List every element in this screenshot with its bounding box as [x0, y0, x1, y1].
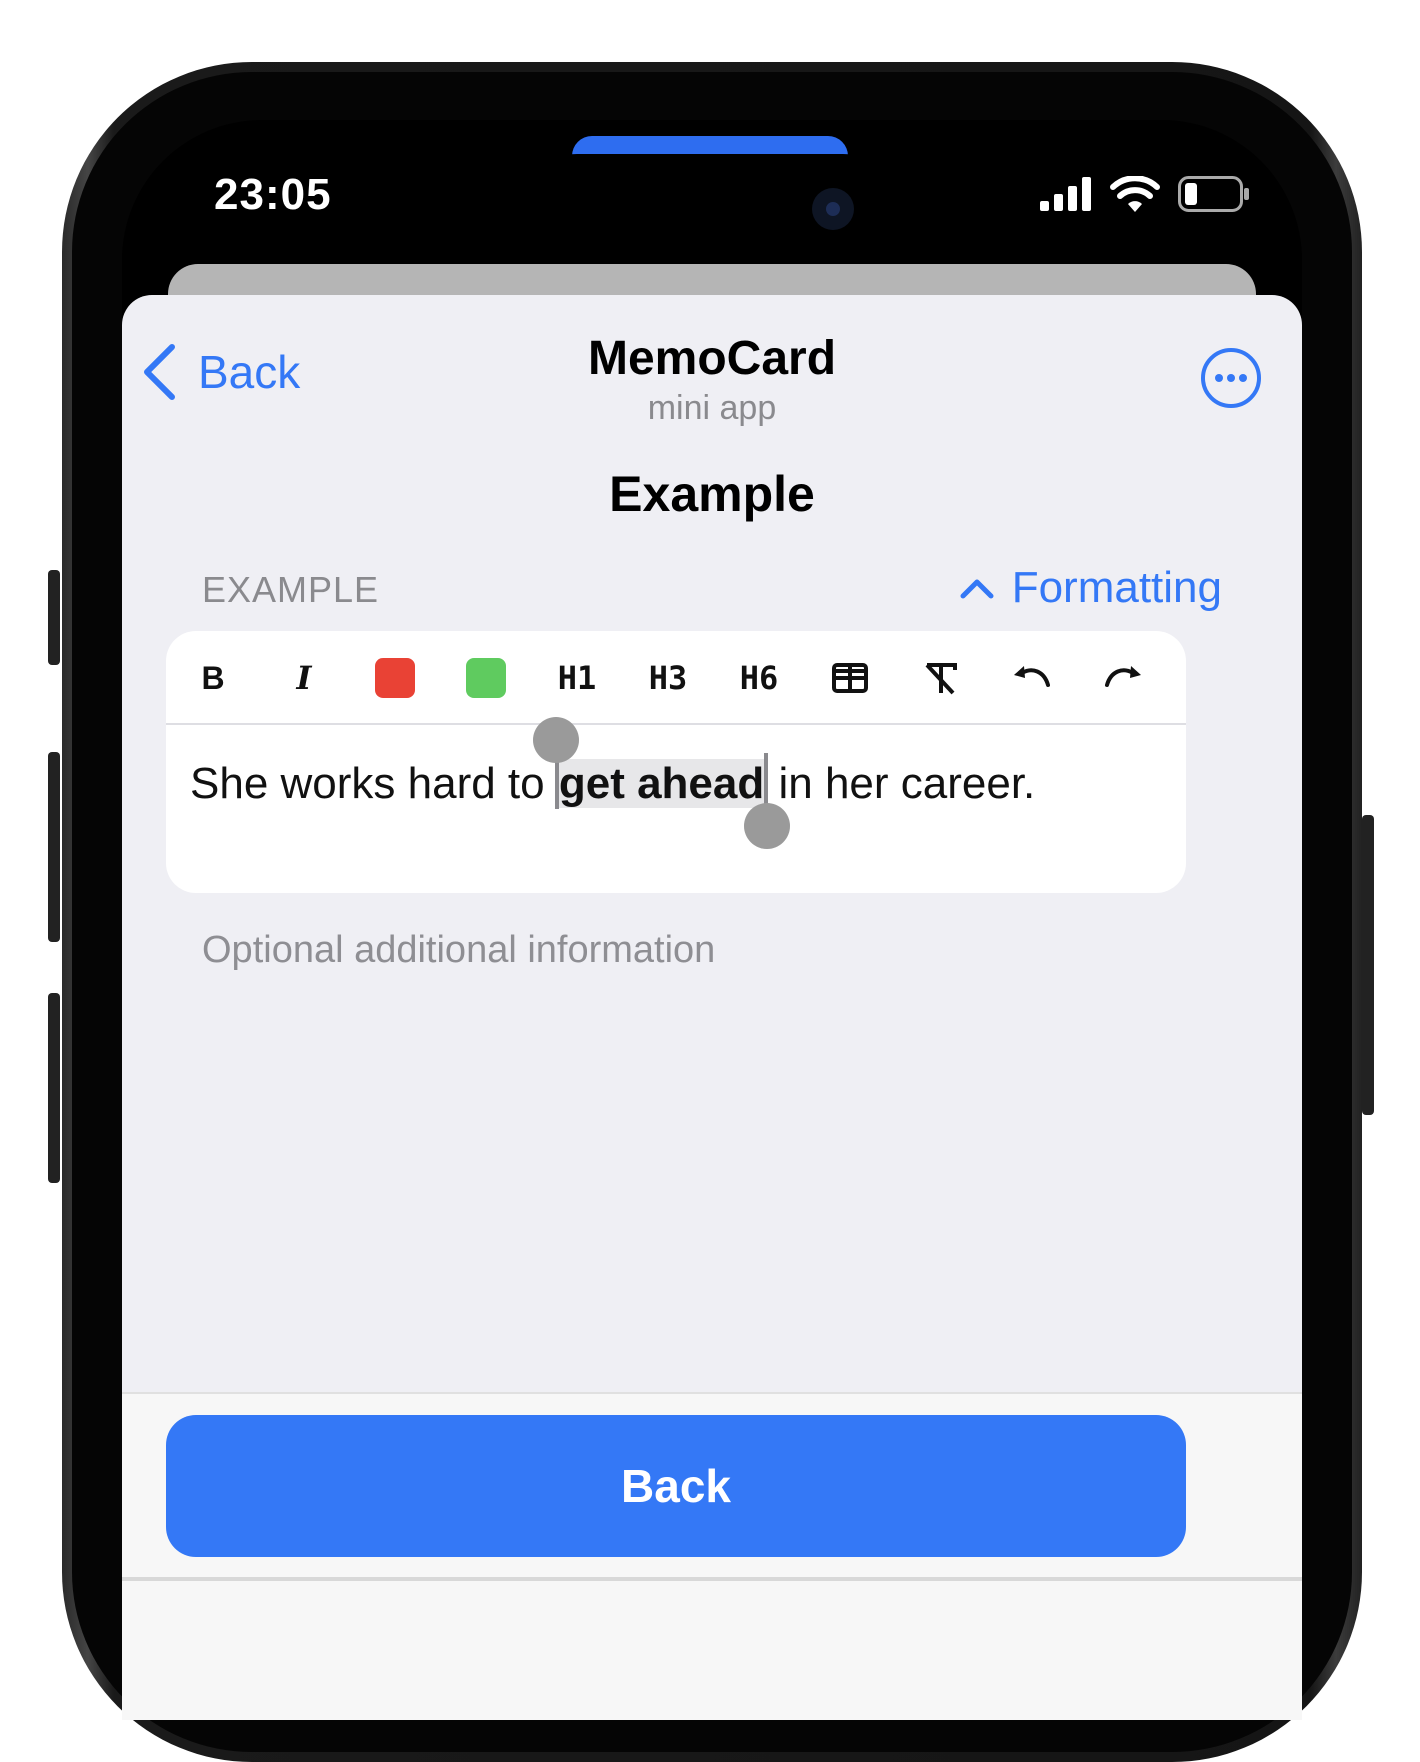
table-icon: [832, 663, 868, 693]
signal-icon: [1040, 177, 1091, 211]
chevron-up-icon: [960, 579, 994, 599]
h6-label: H6: [739, 659, 779, 697]
battery-icon: [1178, 176, 1249, 212]
ellipsis-circle-icon: [1201, 348, 1261, 408]
rich-text-editor: B I H1 H3 H6 She works hard to get ahead…: [166, 631, 1186, 893]
formatting-label: Formatting: [1011, 563, 1222, 612]
undo-button[interactable]: [1005, 651, 1059, 705]
redo-icon: [1105, 666, 1141, 687]
redo-button[interactable]: [1096, 651, 1150, 705]
volume-down-button: [48, 993, 60, 1183]
h3-label: H3: [648, 659, 688, 697]
h6-button[interactable]: H6: [732, 651, 786, 705]
camera-icon: [812, 188, 854, 230]
selection-end-handle[interactable]: [744, 803, 791, 849]
action-button: [48, 570, 60, 665]
h1-label: H1: [557, 659, 597, 697]
additional-info-field[interactable]: Optional additional information: [202, 929, 715, 972]
italic-button[interactable]: I: [277, 651, 331, 705]
formatting-toggle[interactable]: Formatting: [960, 563, 1222, 613]
main-back-button[interactable]: Back: [166, 1415, 1186, 1557]
home-strip: [122, 1577, 1302, 1581]
mini-app-sheet: Back MemoCard mini app Example EXAMPLE F…: [122, 295, 1302, 1720]
selected-text-value: get ahead: [558, 759, 765, 808]
red-color-button[interactable]: [368, 651, 422, 705]
undo-icon: [1014, 666, 1050, 687]
volume-up-button: [48, 752, 60, 942]
main-back-label: Back: [621, 1460, 731, 1512]
bold-label: B: [201, 659, 225, 696]
phone-screen: 23:05 Back MemoCard mini app Example EXA…: [122, 120, 1302, 1720]
app-subtitle: mini app: [647, 389, 777, 427]
wifi-icon: [1110, 176, 1160, 212]
text-before-selection: She works hard to: [190, 759, 557, 808]
clear-format-button[interactable]: [914, 651, 968, 705]
selection-end-caret: [764, 753, 769, 809]
bold-button[interactable]: B: [186, 651, 240, 705]
text-after-selection: in her career.: [766, 759, 1036, 808]
section-label: EXAMPLE: [202, 569, 380, 610]
selection-start-handle[interactable]: [532, 717, 579, 763]
table-button[interactable]: [823, 651, 877, 705]
page-heading: Example: [609, 466, 815, 522]
h1-button[interactable]: H1: [550, 651, 604, 705]
status-time: 23:05: [214, 170, 332, 219]
red-swatch: [375, 658, 415, 698]
more-options-button[interactable]: [1200, 347, 1262, 414]
green-color-button[interactable]: [459, 651, 513, 705]
clear-format-icon: [925, 663, 957, 695]
italic-label: I: [296, 659, 312, 697]
selected-text[interactable]: get ahead: [532, 717, 791, 849]
power-button: [1362, 815, 1374, 1115]
formatting-toolbar: B I H1 H3 H6: [166, 631, 1186, 725]
dynamic-island: [522, 154, 898, 264]
status-icons: [1040, 176, 1250, 212]
editor-content[interactable]: She works hard to get ahead in her caree…: [190, 717, 1036, 849]
app-title: MemoCard: [587, 332, 837, 385]
green-swatch: [466, 658, 506, 698]
h3-button[interactable]: H3: [641, 651, 695, 705]
